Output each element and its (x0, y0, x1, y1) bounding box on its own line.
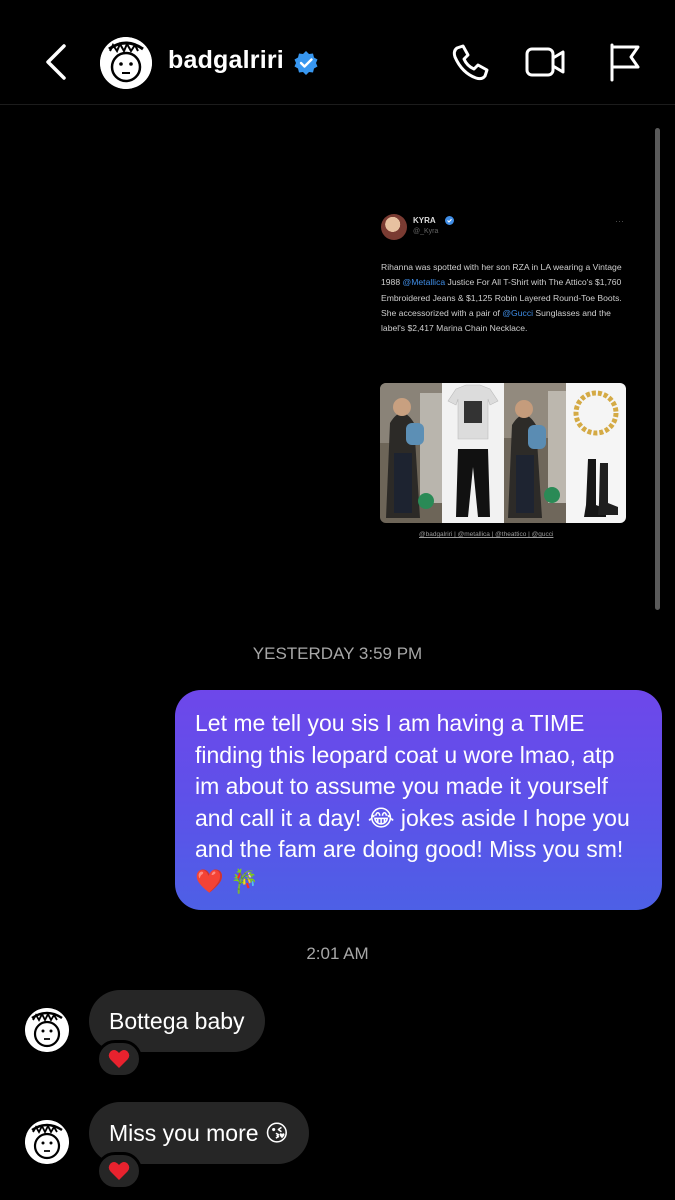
post-text: Rihanna was spotted with her son RZA in … (381, 260, 629, 336)
post-more-icon: ··· (615, 216, 624, 226)
shared-post-image[interactable]: KYRA @_Kyra ··· Rihanna was spotted with… (365, 200, 635, 555)
avatar[interactable] (25, 1120, 69, 1164)
avatar[interactable] (100, 37, 152, 89)
post-author-handle: @_Kyra (413, 228, 439, 235)
verified-badge-icon (294, 51, 318, 75)
heart-reaction[interactable] (96, 1152, 142, 1190)
timestamp: YESTERDAY 3:59 PM (252, 644, 423, 663)
flag-icon[interactable] (603, 40, 647, 84)
back-chevron-icon[interactable] (40, 40, 74, 84)
avatar-doodle-icon (25, 1120, 69, 1164)
avatar[interactable] (25, 1008, 69, 1052)
timestamp: 2:01 AM (306, 944, 369, 963)
post-author-name: KYRA (413, 216, 436, 225)
heart-reaction[interactable] (96, 1040, 142, 1078)
video-camera-icon[interactable] (523, 40, 567, 84)
post-photo-collage (380, 383, 626, 523)
avatar-doodle-icon (100, 37, 152, 89)
post-mention: @Metallica (402, 277, 446, 288)
chat-header: badgalriri (0, 0, 675, 105)
post-verified-icon (445, 216, 454, 225)
post-photo-4 (566, 383, 626, 523)
avatar-doodle-icon (25, 1008, 69, 1052)
sent-message-bubble[interactable]: Let me tell you sis I am having a TIME f… (175, 690, 662, 910)
post-photo-1 (380, 383, 442, 523)
post-photo-3 (504, 383, 566, 523)
scrollbar[interactable] (655, 128, 660, 610)
phone-icon[interactable] (448, 40, 492, 84)
post-photo-2 (442, 383, 504, 523)
post-caption: @badgalriri | @metallica | @theattico | … (419, 531, 554, 538)
chat-username[interactable]: badgalriri (168, 46, 284, 75)
heart-icon (108, 1162, 130, 1180)
heart-icon (108, 1050, 130, 1068)
post-author-avatar (381, 214, 407, 240)
post-mention: @Gucci (502, 307, 534, 318)
